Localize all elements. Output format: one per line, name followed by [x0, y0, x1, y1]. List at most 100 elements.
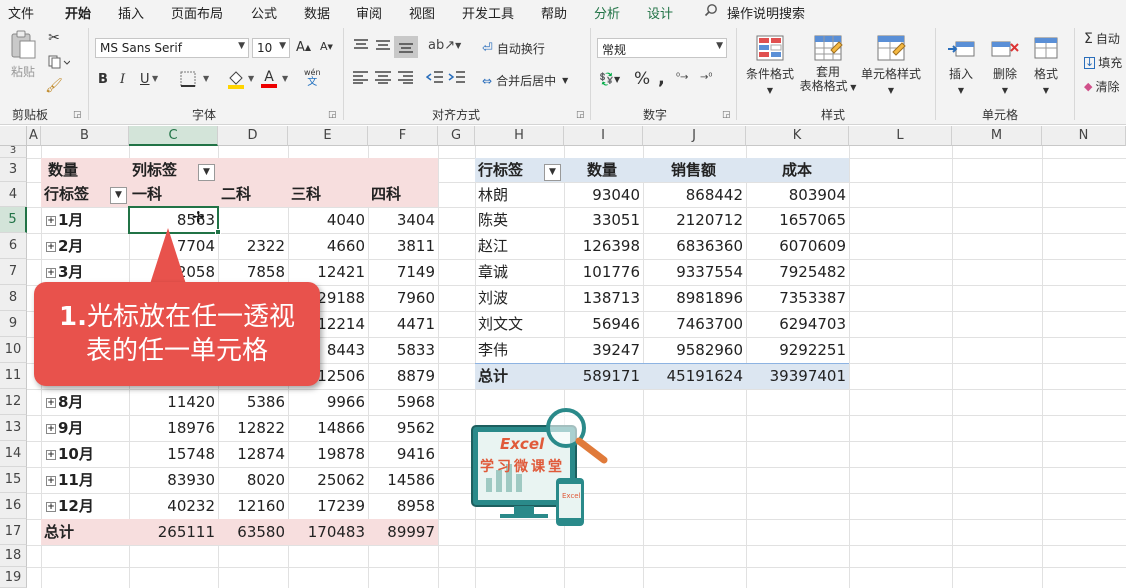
column-header-k[interactable]: K [746, 126, 849, 146]
conditional-formatting-button[interactable]: 条件格式 ▼ [741, 34, 799, 96]
phonetic-guide-icon[interactable]: wén 文 [304, 68, 321, 88]
row-header[interactable]: 8 [0, 285, 27, 311]
row-header[interactable]: 4 [0, 182, 27, 207]
menu-analyze[interactable]: 分析 [594, 3, 620, 22]
column-header-m[interactable]: M [952, 126, 1042, 146]
menu-developer[interactable]: 开发工具 [462, 3, 514, 22]
align-center-icon[interactable] [374, 70, 392, 84]
menu-review[interactable]: 审阅 [356, 3, 382, 22]
fill-color-icon[interactable] [226, 69, 246, 89]
align-bottom-icon[interactable] [394, 36, 418, 58]
pivot-value-cell[interactable]: 56946 [564, 311, 640, 337]
pivot-value-cell[interactable]: 6070609 [746, 233, 846, 259]
percent-icon[interactable]: % [634, 69, 650, 89]
expand-plus-icon[interactable]: + [46, 267, 56, 278]
menu-file[interactable]: 文件 [8, 3, 34, 22]
italic-button[interactable]: I [120, 72, 125, 87]
borders-icon[interactable] [180, 71, 198, 87]
pivot-value-cell[interactable]: 25062 [288, 467, 365, 493]
menu-design[interactable]: 设计 [647, 3, 673, 22]
pivot-value-cell[interactable]: 93040 [564, 182, 640, 208]
pivot-value-cell[interactable]: 6294703 [746, 311, 846, 337]
pivot-value-cell[interactable]: 8879 [368, 363, 435, 389]
pivot-value-cell[interactable]: 803904 [746, 182, 846, 208]
filter-dropdown-icon[interactable]: ▼ [198, 164, 215, 181]
pivot-value-cell[interactable]: 18976 [129, 415, 215, 441]
expand-plus-icon[interactable]: + [46, 449, 56, 460]
align-top-icon[interactable] [352, 38, 370, 52]
align-right-icon[interactable] [396, 70, 414, 84]
expand-plus-icon[interactable]: + [46, 397, 56, 408]
column-header-a[interactable]: A [27, 126, 41, 146]
number-launcher-icon[interactable]: ◲ [722, 110, 731, 120]
expand-plus-icon[interactable]: + [46, 241, 56, 252]
column-header-i[interactable]: I [564, 126, 643, 146]
bold-button[interactable]: B [98, 72, 108, 87]
align-middle-icon[interactable] [374, 38, 392, 52]
column-header-j[interactable]: J [643, 126, 746, 146]
expand-plus-icon[interactable]: + [46, 475, 56, 486]
staff-name-cell[interactable]: 刘波 [478, 285, 508, 311]
menu-data[interactable]: 数据 [304, 3, 330, 22]
format-painter-icon[interactable]: 🖌 [45, 78, 63, 94]
pivot-row-label[interactable]: +8月 [46, 389, 83, 415]
pivot-row-label[interactable]: +9月 [46, 415, 83, 441]
pivot-value-cell[interactable]: 7925482 [746, 259, 846, 285]
comma-style-icon[interactable]: , [658, 68, 665, 89]
merge-center-button[interactable]: ⇔ 合并后居中 ▼ [482, 72, 568, 89]
pivot-value-cell[interactable]: 138713 [564, 285, 640, 311]
format-as-table-button[interactable]: 套用 表格格式 ▼ [798, 34, 858, 95]
column-header-g[interactable]: G [438, 126, 475, 146]
fill-handle[interactable] [215, 229, 221, 235]
clipboard-launcher-icon[interactable]: ◲ [73, 110, 82, 120]
select-all-corner[interactable] [0, 126, 27, 146]
row-header[interactable]: 9 [0, 311, 27, 337]
copy-icon[interactable] [46, 54, 72, 70]
lightbulb-search-icon[interactable] [704, 3, 718, 21]
pivot-value-cell[interactable]: 5968 [368, 389, 435, 415]
pivot-value-cell[interactable]: 2120712 [643, 207, 743, 233]
pivot-value-cell[interactable]: 12160 [218, 493, 285, 519]
cut-icon[interactable]: ✂ [46, 30, 62, 46]
pivot-value-cell[interactable]: 9337554 [643, 259, 743, 285]
pivot-value-cell[interactable] [218, 207, 285, 233]
row-header[interactable]: 15 [0, 467, 27, 493]
delete-cells-button[interactable]: 删除 ▼ [986, 34, 1024, 96]
pivot-value-cell[interactable]: 83930 [129, 467, 215, 493]
pivot-value-cell[interactable]: 15748 [129, 441, 215, 467]
row-header[interactable]: 3 [0, 146, 27, 158]
font-name-combo[interactable]: MS Sans Serif ▼ [95, 38, 249, 58]
expand-plus-icon[interactable]: + [46, 215, 56, 226]
column-header-d[interactable]: D [218, 126, 288, 146]
row-header[interactable]: 12 [0, 389, 27, 415]
chevron-down-icon[interactable]: ▼ [203, 74, 209, 83]
grow-font-icon[interactable]: A ▲ [296, 40, 311, 55]
column-header-l[interactable]: L [849, 126, 952, 146]
pivot-row-label[interactable]: +2月 [46, 233, 83, 259]
menu-page-layout[interactable]: 页面布局 [171, 3, 223, 22]
column-header-n[interactable]: N [1042, 126, 1126, 146]
pivot-value-cell[interactable]: 6836360 [643, 233, 743, 259]
row-header[interactable]: 11 [0, 363, 27, 389]
chevron-down-icon[interactable]: ▼ [282, 74, 288, 83]
wrap-text-button[interactable]: ⏎ 自动换行 [482, 40, 545, 57]
paste-button[interactable]: 粘贴 [6, 30, 40, 80]
pivot-row-label[interactable]: +1月 [46, 207, 83, 233]
pivot-value-cell[interactable]: 2322 [218, 233, 285, 259]
staff-name-cell[interactable]: 陈英 [478, 207, 508, 233]
font-color-icon[interactable]: A [260, 68, 278, 90]
menu-formulas[interactable]: 公式 [251, 3, 277, 22]
row-header[interactable]: 7 [0, 259, 27, 285]
chevron-down-icon[interactable]: ▼ [152, 74, 158, 83]
pivot-value-cell[interactable]: 8958 [368, 493, 435, 519]
increase-indent-icon[interactable] [448, 70, 466, 84]
pivot-value-cell[interactable]: 19878 [288, 441, 365, 467]
row-header[interactable]: 13 [0, 415, 27, 441]
row-header[interactable]: 5 [0, 207, 27, 233]
column-header-f[interactable]: F [368, 126, 438, 146]
filter-dropdown-icon[interactable]: ▼ [544, 164, 561, 181]
fill-button[interactable]: ↓ 填充 [1084, 54, 1122, 71]
pivot-value-cell[interactable]: 4040 [288, 207, 365, 233]
increase-decimal-icon[interactable]: ⁰→ [676, 72, 688, 83]
pivot-value-cell[interactable]: 9562 [368, 415, 435, 441]
